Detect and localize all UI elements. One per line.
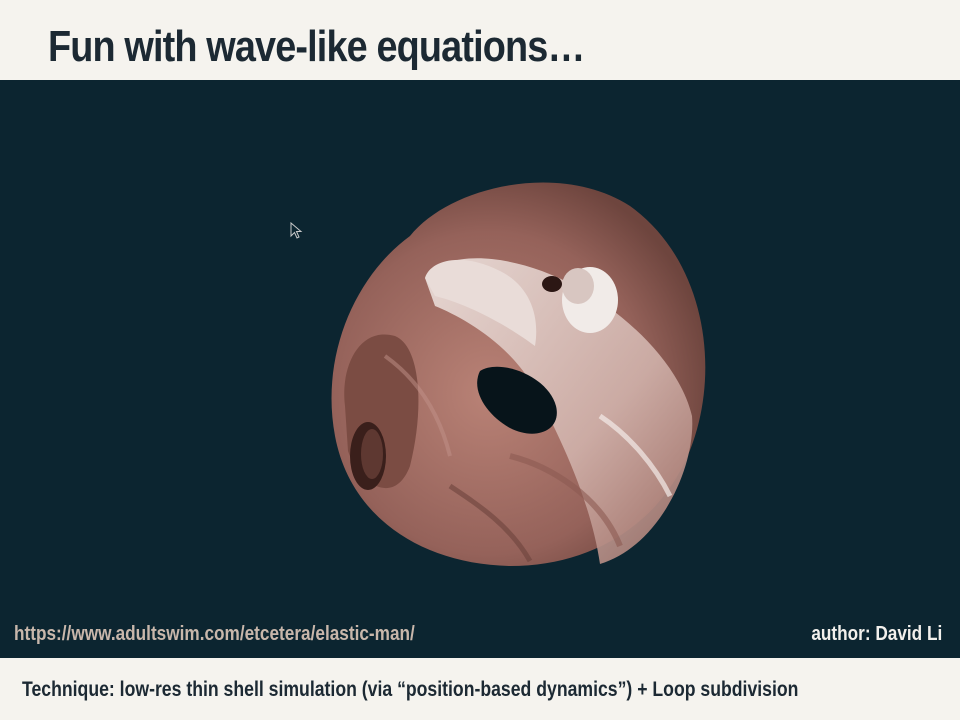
source-url-link[interactable]: https://www.adultswim.com/etcetera/elast… <box>14 623 415 646</box>
slide: Fun with wave-like equations… https://ww… <box>0 0 960 720</box>
title-bar: Fun with wave-like equations… <box>0 0 960 80</box>
slide-title: Fun with wave-like equations… <box>48 22 585 71</box>
mouse-pointer-icon <box>290 222 303 239</box>
technique-caption: Technique: low-res thin shell simulation… <box>22 678 799 701</box>
elastic-face-render[interactable] <box>300 166 720 576</box>
author-credit: author: David Li <box>811 623 942 645</box>
footer-bar: Technique: low-res thin shell simulation… <box>0 658 960 720</box>
left-eye-rim <box>361 429 383 479</box>
simulation-viewport[interactable]: https://www.adultswim.com/etcetera/elast… <box>0 80 960 658</box>
small-eye-hole <box>542 276 562 292</box>
top-right-bulge-shade <box>562 268 594 304</box>
